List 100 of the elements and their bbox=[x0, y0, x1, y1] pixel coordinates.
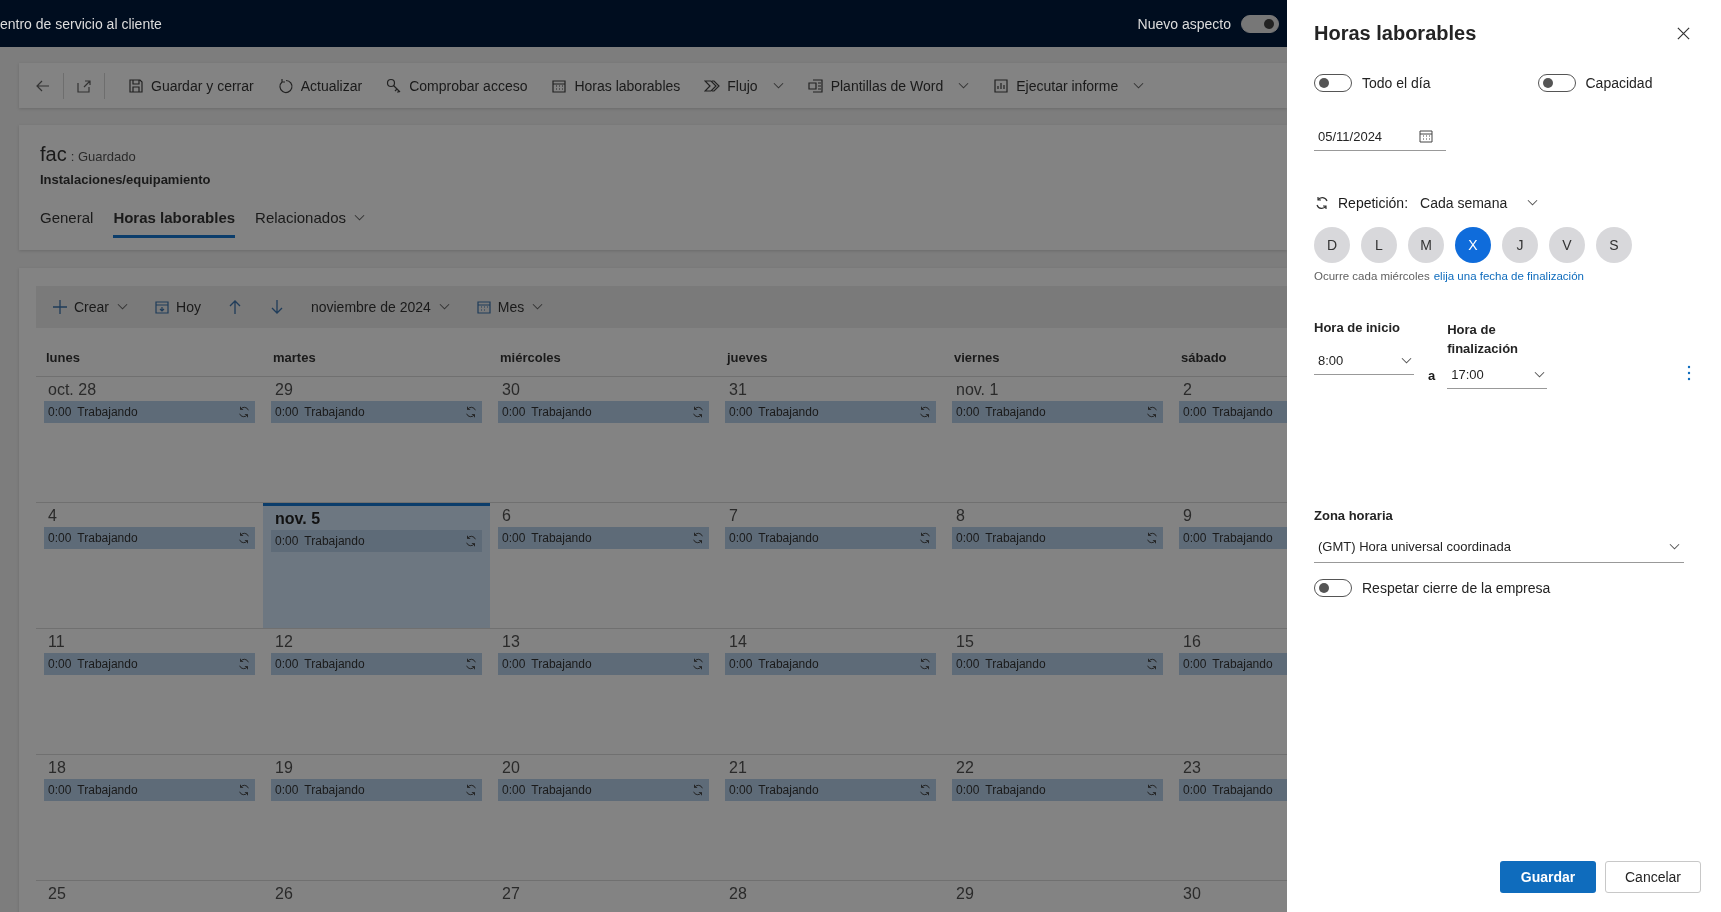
weekday-button[interactable]: J bbox=[1502, 227, 1538, 263]
event-bar[interactable]: 0:00 Trabajando bbox=[44, 779, 255, 801]
timezone-dropdown[interactable]: (GMT) Hora universal coordinada bbox=[1314, 535, 1684, 563]
calendar-icon[interactable] bbox=[1418, 128, 1434, 144]
flow-icon bbox=[704, 77, 721, 94]
day-cell[interactable]: 12 0:00 Trabajando bbox=[263, 629, 490, 755]
event-bar[interactable]: 0:00 Trabajando bbox=[498, 653, 709, 675]
day-number: 20 bbox=[501, 759, 521, 777]
event-bar[interactable]: 0:00 Trabajando bbox=[271, 653, 482, 675]
day-cell[interactable]: 15 0:00 Trabajando bbox=[944, 629, 1171, 755]
recurring-icon bbox=[1145, 657, 1159, 671]
save-button[interactable]: Guardar bbox=[1500, 861, 1596, 893]
event-bar[interactable]: 0:00 Trabajando bbox=[952, 653, 1163, 675]
day-cell[interactable]: 7 0:00 Trabajando bbox=[717, 503, 944, 629]
event-bar[interactable]: 0:00 Trabajando bbox=[498, 527, 709, 549]
day-cell[interactable]: 8 0:00 Trabajando bbox=[944, 503, 1171, 629]
day-cell[interactable]: 13 0:00 Trabajando bbox=[490, 629, 717, 755]
weekday-button[interactable]: L bbox=[1361, 227, 1397, 263]
pop-out-icon[interactable] bbox=[76, 77, 92, 94]
day-cell[interactable]: 18 0:00 Trabajando bbox=[36, 755, 263, 881]
day-cell[interactable]: nov. 1 0:00 Trabajando bbox=[944, 377, 1171, 503]
day-cell[interactable]: 9 0:00 Trabajando bbox=[1171, 503, 1287, 629]
day-number: 2 bbox=[1182, 381, 1193, 399]
day-cell[interactable]: oct. 28 0:00 Trabajando bbox=[36, 377, 263, 503]
end-date-link[interactable]: elija una fecha de finalización bbox=[1433, 270, 1584, 282]
day-cell[interactable]: 29 bbox=[944, 881, 1171, 911]
day-cell[interactable]: 30 bbox=[1171, 881, 1287, 911]
toolbar-button[interactable]: Plantillas de Word bbox=[796, 73, 981, 98]
event-bar[interactable]: 0:00 Trabajando bbox=[271, 401, 482, 423]
event-bar[interactable]: 0:00 Trabajando bbox=[44, 653, 255, 675]
event-bar[interactable]: 0:00 Trabajando bbox=[952, 527, 1163, 549]
event-bar[interactable]: 0:00 Trabajando bbox=[271, 530, 482, 552]
event-bar[interactable]: 0:00 Trabajando bbox=[952, 779, 1163, 801]
day-cell[interactable]: 27 bbox=[490, 881, 717, 911]
event-bar[interactable]: 0:00 Trabajando bbox=[44, 401, 255, 423]
toolbar-button[interactable]: Actualizar bbox=[266, 73, 374, 98]
recurring-icon bbox=[464, 657, 478, 671]
calendar-toolbar-button[interactable]: Mes bbox=[465, 295, 554, 319]
toolbar-button[interactable]: Guardar y cerrar bbox=[117, 73, 265, 98]
event-bar[interactable]: 0:00 Trabajando bbox=[1179, 401, 1287, 423]
day-cell[interactable]: 11 0:00 Trabajando bbox=[36, 629, 263, 755]
day-cell[interactable]: 21 0:00 Trabajando bbox=[717, 755, 944, 881]
weekday-button[interactable]: V bbox=[1549, 227, 1585, 263]
day-cell[interactable]: 6 0:00 Trabajando bbox=[490, 503, 717, 629]
event-bar[interactable]: 0:00 Trabajando bbox=[498, 779, 709, 801]
day-cell[interactable]: 30 0:00 Trabajando bbox=[490, 377, 717, 503]
toggle-switch[interactable] bbox=[1314, 74, 1352, 92]
event-bar[interactable]: 0:00 Trabajando bbox=[498, 401, 709, 423]
event-bar[interactable]: 0:00 Trabajando bbox=[1179, 527, 1287, 549]
event-bar[interactable]: 0:00 Trabajando bbox=[1179, 779, 1287, 801]
calendar-toolbar-button[interactable]: Crear bbox=[42, 295, 138, 319]
day-cell[interactable]: 22 0:00 Trabajando bbox=[944, 755, 1171, 881]
toggle-switch[interactable] bbox=[1537, 74, 1576, 92]
repetition-dropdown[interactable]: Cada semana bbox=[1416, 195, 1539, 211]
event-bar[interactable]: 0:00 Trabajando bbox=[725, 401, 936, 423]
day-cell[interactable]: 16 0:00 Trabajando bbox=[1171, 629, 1287, 755]
event-bar[interactable]: 0:00 Trabajando bbox=[725, 779, 936, 801]
calendar-toolbar-button[interactable]: noviembre de 2024 bbox=[300, 295, 460, 319]
new-look-toggle[interactable] bbox=[1241, 14, 1279, 33]
day-cell[interactable]: 2 0:00 Trabajando bbox=[1171, 377, 1287, 503]
day-number: 30 bbox=[1182, 885, 1202, 903]
day-cell[interactable]: 4 0:00 Trabajando bbox=[36, 503, 263, 629]
day-cell[interactable]: 28 bbox=[717, 881, 944, 911]
day-number: 16 bbox=[1182, 633, 1202, 651]
date-field[interactable]: 05/11/2024 bbox=[1318, 128, 1418, 144]
event-bar[interactable]: 0:00 Trabajando bbox=[1179, 653, 1287, 675]
close-icon[interactable] bbox=[1676, 26, 1691, 41]
event-bar[interactable]: 0:00 Trabajando bbox=[271, 779, 482, 801]
event-bar[interactable]: 0:00 Trabajando bbox=[952, 401, 1163, 423]
toolbar-button[interactable]: Horas laborables bbox=[540, 73, 692, 98]
weekday-button[interactable]: S bbox=[1596, 227, 1632, 263]
day-cell[interactable]: 31 0:00 Trabajando bbox=[717, 377, 944, 503]
toggle-switch[interactable] bbox=[1314, 579, 1352, 597]
event-bar[interactable]: 0:00 Trabajando bbox=[725, 527, 936, 549]
weekday-button[interactable]: M bbox=[1408, 227, 1444, 263]
calendar-toolbar-button[interactable]: Hoy bbox=[144, 295, 211, 319]
day-cell[interactable]: 25 bbox=[36, 881, 263, 911]
weekday-button[interactable]: X bbox=[1455, 227, 1491, 263]
recurring-icon bbox=[1145, 531, 1159, 545]
tab[interactable]: Relacionados bbox=[255, 201, 365, 238]
today-cell[interactable]: nov. 5 0:00 Trabajando bbox=[263, 503, 490, 629]
cancel-button[interactable]: Cancelar bbox=[1605, 861, 1701, 893]
more-options-icon[interactable] bbox=[1687, 365, 1691, 381]
day-cell[interactable]: 20 0:00 Trabajando bbox=[490, 755, 717, 881]
toolbar-button[interactable]: Comprobar acceso bbox=[375, 73, 539, 98]
day-cell[interactable]: 29 0:00 Trabajando bbox=[263, 377, 490, 503]
refresh-icon bbox=[277, 77, 294, 94]
event-bar[interactable]: 0:00 Trabajando bbox=[725, 653, 936, 675]
day-cell[interactable]: 14 0:00 Trabajando bbox=[717, 629, 944, 755]
tab[interactable]: Horas laborables bbox=[113, 201, 236, 238]
event-bar[interactable]: 0:00 Trabajando bbox=[44, 527, 255, 549]
start-time-dropdown[interactable]: 8:00 bbox=[1314, 349, 1414, 375]
tab[interactable]: General bbox=[40, 201, 94, 238]
toolbar-button[interactable]: Ejecutar informe bbox=[982, 73, 1156, 98]
day-cell[interactable]: 23 0:00 Trabajando bbox=[1171, 755, 1287, 881]
end-time-dropdown[interactable]: 17:00 bbox=[1447, 363, 1548, 389]
weekday-button[interactable]: D bbox=[1314, 227, 1350, 263]
day-cell[interactable]: 26 bbox=[263, 881, 490, 911]
toolbar-button[interactable]: Flujo bbox=[693, 73, 795, 98]
day-cell[interactable]: 19 0:00 Trabajando bbox=[263, 755, 490, 881]
